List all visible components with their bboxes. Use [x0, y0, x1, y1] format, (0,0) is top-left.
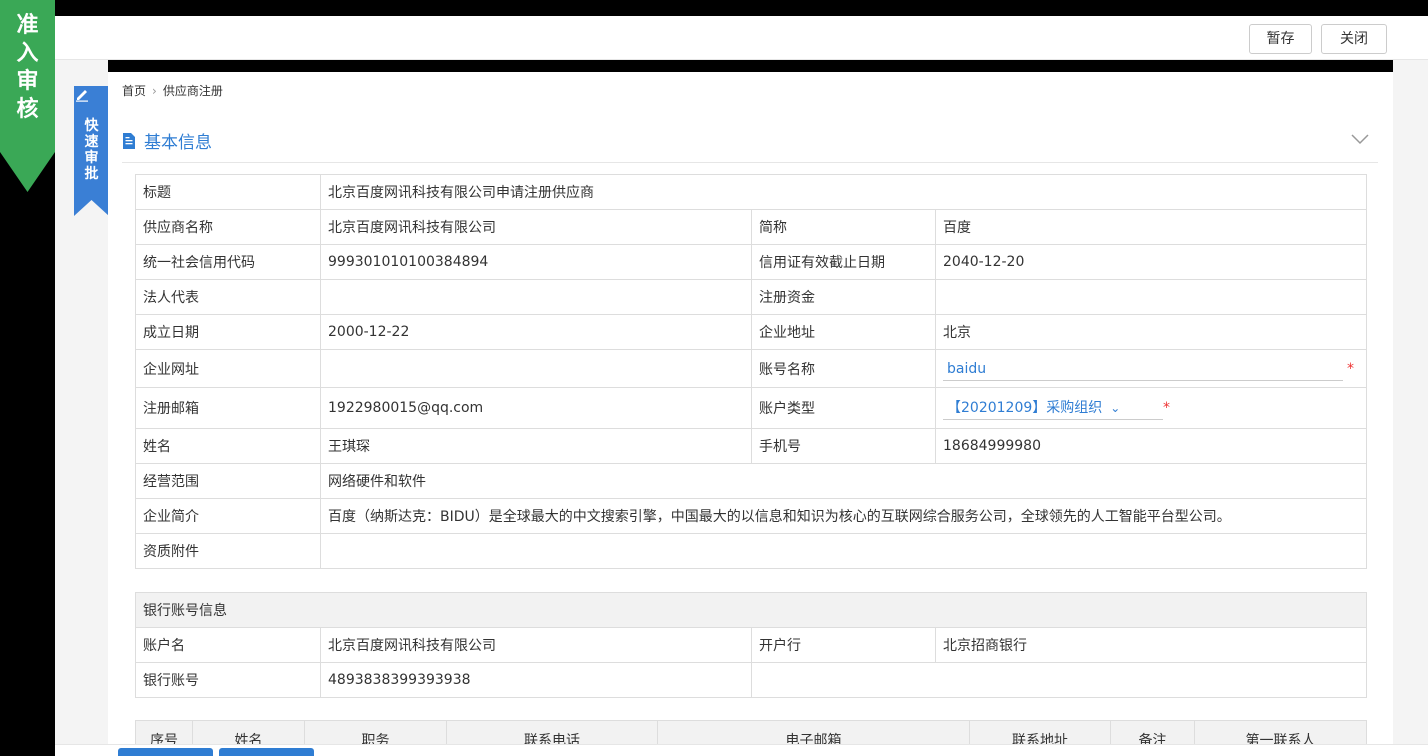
intro-value: 百度（纳斯达克：BIDU）是全球最大的中文搜索引擎，中国最大的以信息和知识为核心… — [320, 498, 1367, 534]
credit-code-label: 统一社会信用代码 — [135, 244, 321, 280]
address-label: 企业地址 — [751, 314, 936, 350]
quick-approve-char: 快 — [84, 118, 99, 134]
email-label: 注册邮箱 — [135, 387, 321, 429]
table-row: 企业网址 账号名称 baidu * — [135, 349, 1367, 388]
supplier-name-value: 北京百度网讯科技有限公司 — [320, 209, 752, 245]
credit-expiry-value: 2040-12-20 — [935, 244, 1367, 280]
ribbon-char: 准 — [16, 13, 39, 38]
table-row: 法人代表 注册资金 — [135, 279, 1367, 315]
empty-cell — [751, 662, 1367, 698]
bottom-action-button[interactable] — [118, 748, 213, 756]
account-name-label: 账号名称 — [751, 349, 936, 388]
table-row: 资质附件 — [135, 533, 1367, 569]
account-no-value: 4893838399393938 — [320, 662, 752, 698]
section-title: 基本信息 — [122, 128, 212, 153]
table-row: 注册邮箱 1922980015@qq.com 账户类型 【20201209】采购… — [135, 387, 1367, 429]
save-draft-button[interactable]: 暂存 — [1249, 24, 1312, 54]
section-divider — [122, 162, 1378, 163]
credit-expiry-label: 信用证有效截止日期 — [751, 244, 936, 280]
table-row: 银行账号信息 — [135, 592, 1367, 628]
founded-label: 成立日期 — [135, 314, 321, 350]
account-type-label: 账户类型 — [751, 387, 936, 429]
right-gutter — [1393, 60, 1428, 756]
breadcrumb: 首页 › 供应商注册 — [122, 82, 223, 99]
quick-approve-label: 快 速 审 批 — [74, 118, 109, 182]
attachments-label: 资质附件 — [135, 533, 321, 569]
table-row: 企业简介 百度（纳斯达克：BIDU）是全球最大的中文搜索引擎，中国最大的以信息和… — [135, 498, 1367, 534]
phone-label: 手机号 — [751, 428, 936, 464]
approval-ribbon: 准 入 审 核 — [0, 0, 55, 192]
required-mark: * — [1347, 360, 1354, 377]
reg-capital-value — [935, 279, 1367, 315]
close-button[interactable]: 关闭 — [1321, 24, 1387, 54]
bank-value: 北京招商银行 — [935, 627, 1367, 663]
table-row: 银行账号 4893838399393938 — [135, 662, 1367, 698]
bottom-action-button[interactable] — [219, 748, 314, 756]
attachments-value — [320, 533, 1367, 569]
phone-value: 18684999980 — [935, 428, 1367, 464]
table-row: 经营范围 网络硬件和软件 — [135, 463, 1367, 499]
email-value: 1922980015@qq.com — [320, 387, 752, 429]
address-value: 北京 — [935, 314, 1367, 350]
account-holder-label: 账户名 — [135, 627, 321, 663]
title-label: 标题 — [135, 174, 321, 210]
table-row: 标题 北京百度网讯科技有限公司申请注册供应商 — [135, 174, 1367, 210]
short-name-label: 简称 — [751, 209, 936, 245]
section-title-text: 基本信息 — [144, 133, 212, 153]
account-type-cell: 【20201209】采购组织 ⌄ * — [935, 387, 1367, 429]
founded-value: 2000-12-22 — [320, 314, 752, 350]
quick-approve-tab[interactable]: 快 速 审 批 — [74, 86, 109, 216]
short-name-value: 百度 — [935, 209, 1367, 245]
ribbon-char: 审 — [16, 69, 39, 94]
bank-label: 开户行 — [751, 627, 936, 663]
basic-info-table: 标题 北京百度网讯科技有限公司申请注册供应商 供应商名称 北京百度网讯科技有限公… — [135, 174, 1367, 569]
main-content: 首页 › 供应商注册 基本信息 标题 北京百度网讯科技有限公司申请注册供应商 供应商… — [108, 72, 1393, 756]
bank-header: 银行账号信息 — [135, 592, 1367, 628]
table-row: 统一社会信用代码 999301010100384894 信用证有效截止日期 20… — [135, 244, 1367, 280]
account-name-cell: baidu * — [935, 349, 1367, 388]
quick-approve-char: 速 — [84, 134, 99, 150]
breadcrumb-current: 供应商注册 — [162, 84, 223, 98]
person-value: 王琪琛 — [320, 428, 752, 464]
table-row: 姓名 王琪琛 手机号 18684999980 — [135, 428, 1367, 464]
person-label: 姓名 — [135, 428, 321, 464]
chevron-down-icon[interactable] — [1350, 132, 1370, 146]
table-row: 成立日期 2000-12-22 企业地址 北京 — [135, 314, 1367, 350]
bank-info-table: 银行账号信息 账户名 北京百度网讯科技有限公司 开户行 北京招商银行 银行账号 … — [135, 592, 1367, 698]
account-type-select[interactable]: 【20201209】采购组织 ⌄ — [943, 396, 1163, 420]
quick-approve-char: 批 — [84, 166, 99, 182]
ribbon-text: 准 入 审 核 — [0, 12, 55, 124]
website-value — [320, 349, 752, 388]
credit-code-value: 999301010100384894 — [320, 244, 752, 280]
ribbon-char: 核 — [16, 97, 39, 122]
top-toolbar: 暂存 关闭 — [55, 16, 1428, 60]
account-holder-value: 北京百度网讯科技有限公司 — [320, 627, 752, 663]
scope-label: 经营范围 — [135, 463, 321, 499]
edit-icon — [76, 90, 88, 102]
supplier-name-label: 供应商名称 — [135, 209, 321, 245]
legal-rep-value — [320, 279, 752, 315]
chevron-down-icon: ⌄ — [1110, 401, 1121, 415]
ribbon-char: 入 — [16, 41, 39, 66]
website-label: 企业网址 — [135, 349, 321, 388]
title-value: 北京百度网讯科技有限公司申请注册供应商 — [320, 174, 1367, 210]
table-row: 账户名 北京百度网讯科技有限公司 开户行 北京招商银行 — [135, 627, 1367, 663]
legal-rep-label: 法人代表 — [135, 279, 321, 315]
table-row: 供应商名称 北京百度网讯科技有限公司 简称 百度 — [135, 209, 1367, 245]
account-type-selected: 【20201209】采购组织 — [947, 400, 1103, 416]
required-mark: * — [1163, 400, 1170, 416]
scope-value: 网络硬件和软件 — [320, 463, 1367, 499]
breadcrumb-home[interactable]: 首页 — [122, 84, 146, 98]
breadcrumb-separator-icon: › — [152, 84, 157, 98]
quick-approve-char: 审 — [84, 150, 99, 166]
account-no-label: 银行账号 — [135, 662, 321, 698]
account-name-input[interactable]: baidu — [943, 357, 1343, 381]
intro-label: 企业简介 — [135, 498, 321, 534]
reg-capital-label: 注册资金 — [751, 279, 936, 315]
document-icon — [123, 132, 135, 149]
